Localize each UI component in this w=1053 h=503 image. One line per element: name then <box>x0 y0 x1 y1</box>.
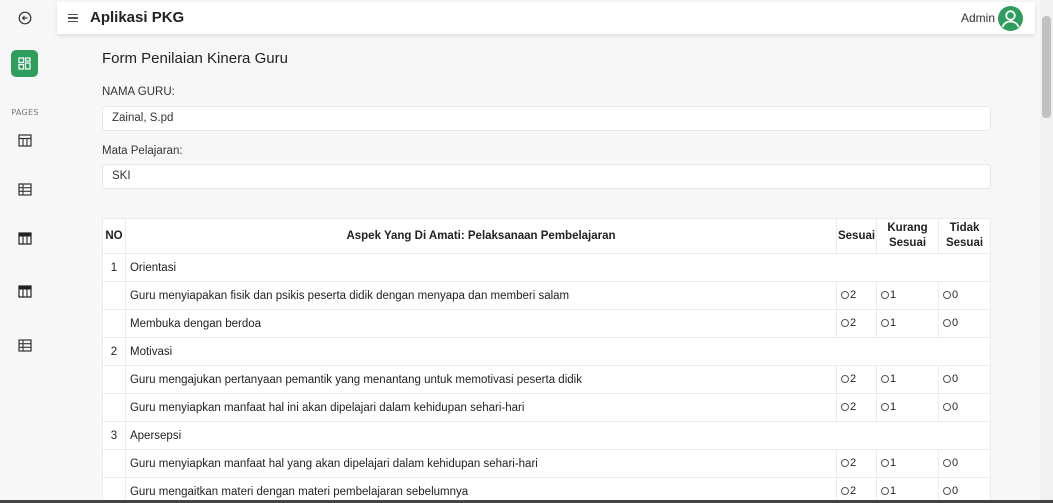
col-kurang-sesuai-header: Kurang Sesuai <box>876 218 939 254</box>
sidebar: PAGES <box>0 0 50 503</box>
radio-icon[interactable] <box>881 486 890 495</box>
radio-icon[interactable] <box>881 374 890 383</box>
category-title: Orientasi <box>124 253 992 282</box>
app-title: Aplikasi PKG <box>90 9 185 26</box>
radio-kurang-sesuai[interactable]: 1 <box>876 449 939 478</box>
assessment-table: NO Aspek Yang Di Amati: Pelaksanaan Pemb… <box>102 218 992 503</box>
radio-icon[interactable] <box>841 318 850 327</box>
col-tidak-line1: Tidak <box>949 222 980 234</box>
avatar[interactable] <box>998 6 1023 31</box>
sidebar-section-label: PAGES <box>11 107 39 117</box>
table-row: Guru menyiapkan manfaat hal ini akan dip… <box>102 393 992 422</box>
category-row: 1 Orientasi <box>102 253 992 282</box>
radio-kurang-sesuai[interactable]: 1 <box>876 281 939 310</box>
user-name[interactable]: Admin <box>961 11 995 25</box>
radio-icon[interactable] <box>942 290 951 299</box>
table-row: Guru menyiapkan manfaat hal yang akan di… <box>102 449 992 478</box>
radio-icon[interactable] <box>942 486 951 495</box>
radio-icon[interactable] <box>881 458 890 467</box>
radio-icon[interactable] <box>841 374 850 383</box>
radio-icon[interactable] <box>881 318 890 327</box>
aspect-text: Guru mengajukan pertanyaan pemantik yang… <box>124 365 838 394</box>
col-kurang-line1: Kurang <box>887 222 928 234</box>
table-body: 1 Orientasi Guru menyiapakan fisik dan p… <box>102 253 992 503</box>
grid-table-icon[interactable] <box>0 230 50 246</box>
radio-kurang-sesuai[interactable]: 1 <box>876 393 939 422</box>
category-row: 3 Apersepsi <box>102 421 992 450</box>
radio-icon[interactable] <box>942 402 951 411</box>
radio-icon[interactable] <box>841 290 850 299</box>
radio-kurang-sesuai[interactable]: 1 <box>876 365 939 394</box>
col-tidak-line2: Sesuai <box>945 237 984 249</box>
table-row: Membuka dengan berdoa 2 1 0 <box>102 309 992 338</box>
radio-sesuai[interactable]: 2 <box>836 309 878 338</box>
radio-tidak-sesuai[interactable]: 0 <box>937 281 992 310</box>
radio-icon[interactable] <box>881 402 890 411</box>
radio-sesuai[interactable]: 2 <box>836 449 878 478</box>
dashboard-icon[interactable] <box>11 50 38 77</box>
back-arrow-icon[interactable] <box>0 8 50 28</box>
col-aspek-header: Aspek Yang Di Amati: Pelaksanaan Pembela… <box>124 218 838 254</box>
radio-sesuai[interactable]: 2 <box>836 365 878 394</box>
radio-icon[interactable] <box>942 374 951 383</box>
aspect-text: Guru menyiapkan manfaat hal yang akan di… <box>124 449 838 478</box>
radio-icon[interactable] <box>942 458 951 467</box>
grid-table-icon[interactable] <box>0 283 50 299</box>
category-row: 2 Motivasi <box>102 337 992 366</box>
table-row: Guru mengajukan pertanyaan pemantik yang… <box>102 365 992 394</box>
radio-tidak-sesuai[interactable]: 0 <box>937 365 992 394</box>
scrollbar-thumb[interactable] <box>1042 16 1051 118</box>
radio-icon[interactable] <box>841 458 850 467</box>
table-icon[interactable] <box>0 132 50 148</box>
col-tidak-sesuai-header: Tidak Sesuai <box>937 218 992 254</box>
radio-tidak-sesuai[interactable]: 0 <box>937 309 992 338</box>
radio-sesuai[interactable]: 2 <box>836 393 878 422</box>
scrollbar[interactable] <box>1040 0 1053 503</box>
aspect-text: Membuka dengan berdoa <box>124 309 838 338</box>
radio-icon[interactable] <box>841 402 850 411</box>
guru-label: NAMA GURU: <box>102 86 175 98</box>
radio-icon[interactable] <box>881 290 890 299</box>
table-header-row: NO Aspek Yang Di Amati: Pelaksanaan Pemb… <box>102 218 992 254</box>
col-no-header: NO <box>102 218 126 254</box>
empty-cell <box>102 449 126 478</box>
empty-cell <box>102 393 126 422</box>
top-navbar: Aplikasi PKG Admin <box>57 2 1035 34</box>
mapel-field[interactable]: SKI <box>102 164 991 189</box>
radio-kurang-sesuai[interactable]: 1 <box>876 309 939 338</box>
category-title: Apersepsi <box>124 421 992 450</box>
list-table-icon[interactable] <box>0 337 50 353</box>
page-title: Form Penilaian Kinera Guru <box>102 50 288 67</box>
aspect-text: Guru menyiapakan fisik dan psikis pesert… <box>124 281 838 310</box>
col-kurang-line2: Sesuai <box>888 237 927 249</box>
empty-cell <box>102 309 126 338</box>
radio-sesuai[interactable]: 2 <box>836 281 878 310</box>
category-number: 1 <box>102 253 126 282</box>
category-number: 2 <box>102 337 126 366</box>
table-row: Guru menyiapakan fisik dan psikis pesert… <box>102 281 992 310</box>
category-title: Motivasi <box>124 337 992 366</box>
radio-tidak-sesuai[interactable]: 0 <box>937 393 992 422</box>
radio-icon[interactable] <box>942 318 951 327</box>
list-table-icon[interactable] <box>0 181 50 197</box>
radio-tidak-sesuai[interactable]: 0 <box>937 449 992 478</box>
empty-cell <box>102 281 126 310</box>
radio-icon[interactable] <box>841 486 850 495</box>
menu-icon[interactable] <box>68 11 78 25</box>
aspect-text: Guru menyiapkan manfaat hal ini akan dip… <box>124 393 838 422</box>
empty-cell <box>102 365 126 394</box>
guru-name-field[interactable]: Zainal, S.pd <box>102 106 991 131</box>
category-number: 3 <box>102 421 126 450</box>
col-sesuai-header: Sesuai <box>836 218 878 254</box>
mapel-label: Mata Pelajaran: <box>102 145 183 157</box>
